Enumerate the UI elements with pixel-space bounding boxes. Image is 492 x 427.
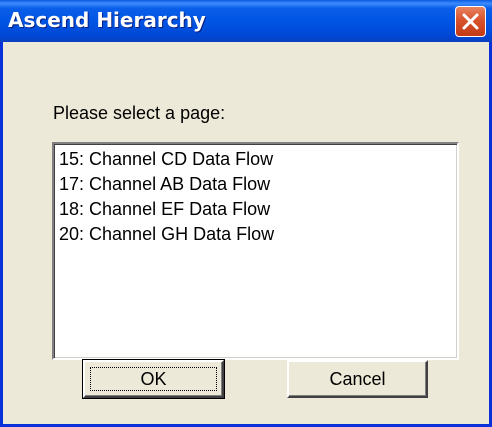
list-item-page-20[interactable]: 20: Channel GH Data Flow (57, 222, 457, 247)
window-title: Ascend Hierarchy (8, 8, 206, 32)
ok-button[interactable]: OK (82, 359, 225, 399)
list-item-page-15[interactable]: 15: Channel CD Data Flow (57, 147, 457, 172)
cancel-button[interactable]: Cancel (287, 360, 428, 398)
select-page-prompt: Please select a page: (53, 103, 226, 123)
ok-button-label: OK (140, 369, 167, 389)
list-item-page-17[interactable]: 17: Channel AB Data Flow (57, 172, 457, 197)
title-bar[interactable]: Ascend Hierarchy (0, 0, 492, 42)
page-listbox[interactable]: 15: Channel CD Data Flow 17: Channel AB … (52, 142, 459, 360)
list-item-page-18[interactable]: 18: Channel EF Data Flow (57, 197, 457, 222)
cancel-button-label: Cancel (329, 369, 386, 389)
close-icon (462, 13, 479, 30)
dialog-window: Ascend Hierarchy Please select a page: 1… (0, 0, 492, 427)
close-button[interactable] (455, 6, 486, 37)
